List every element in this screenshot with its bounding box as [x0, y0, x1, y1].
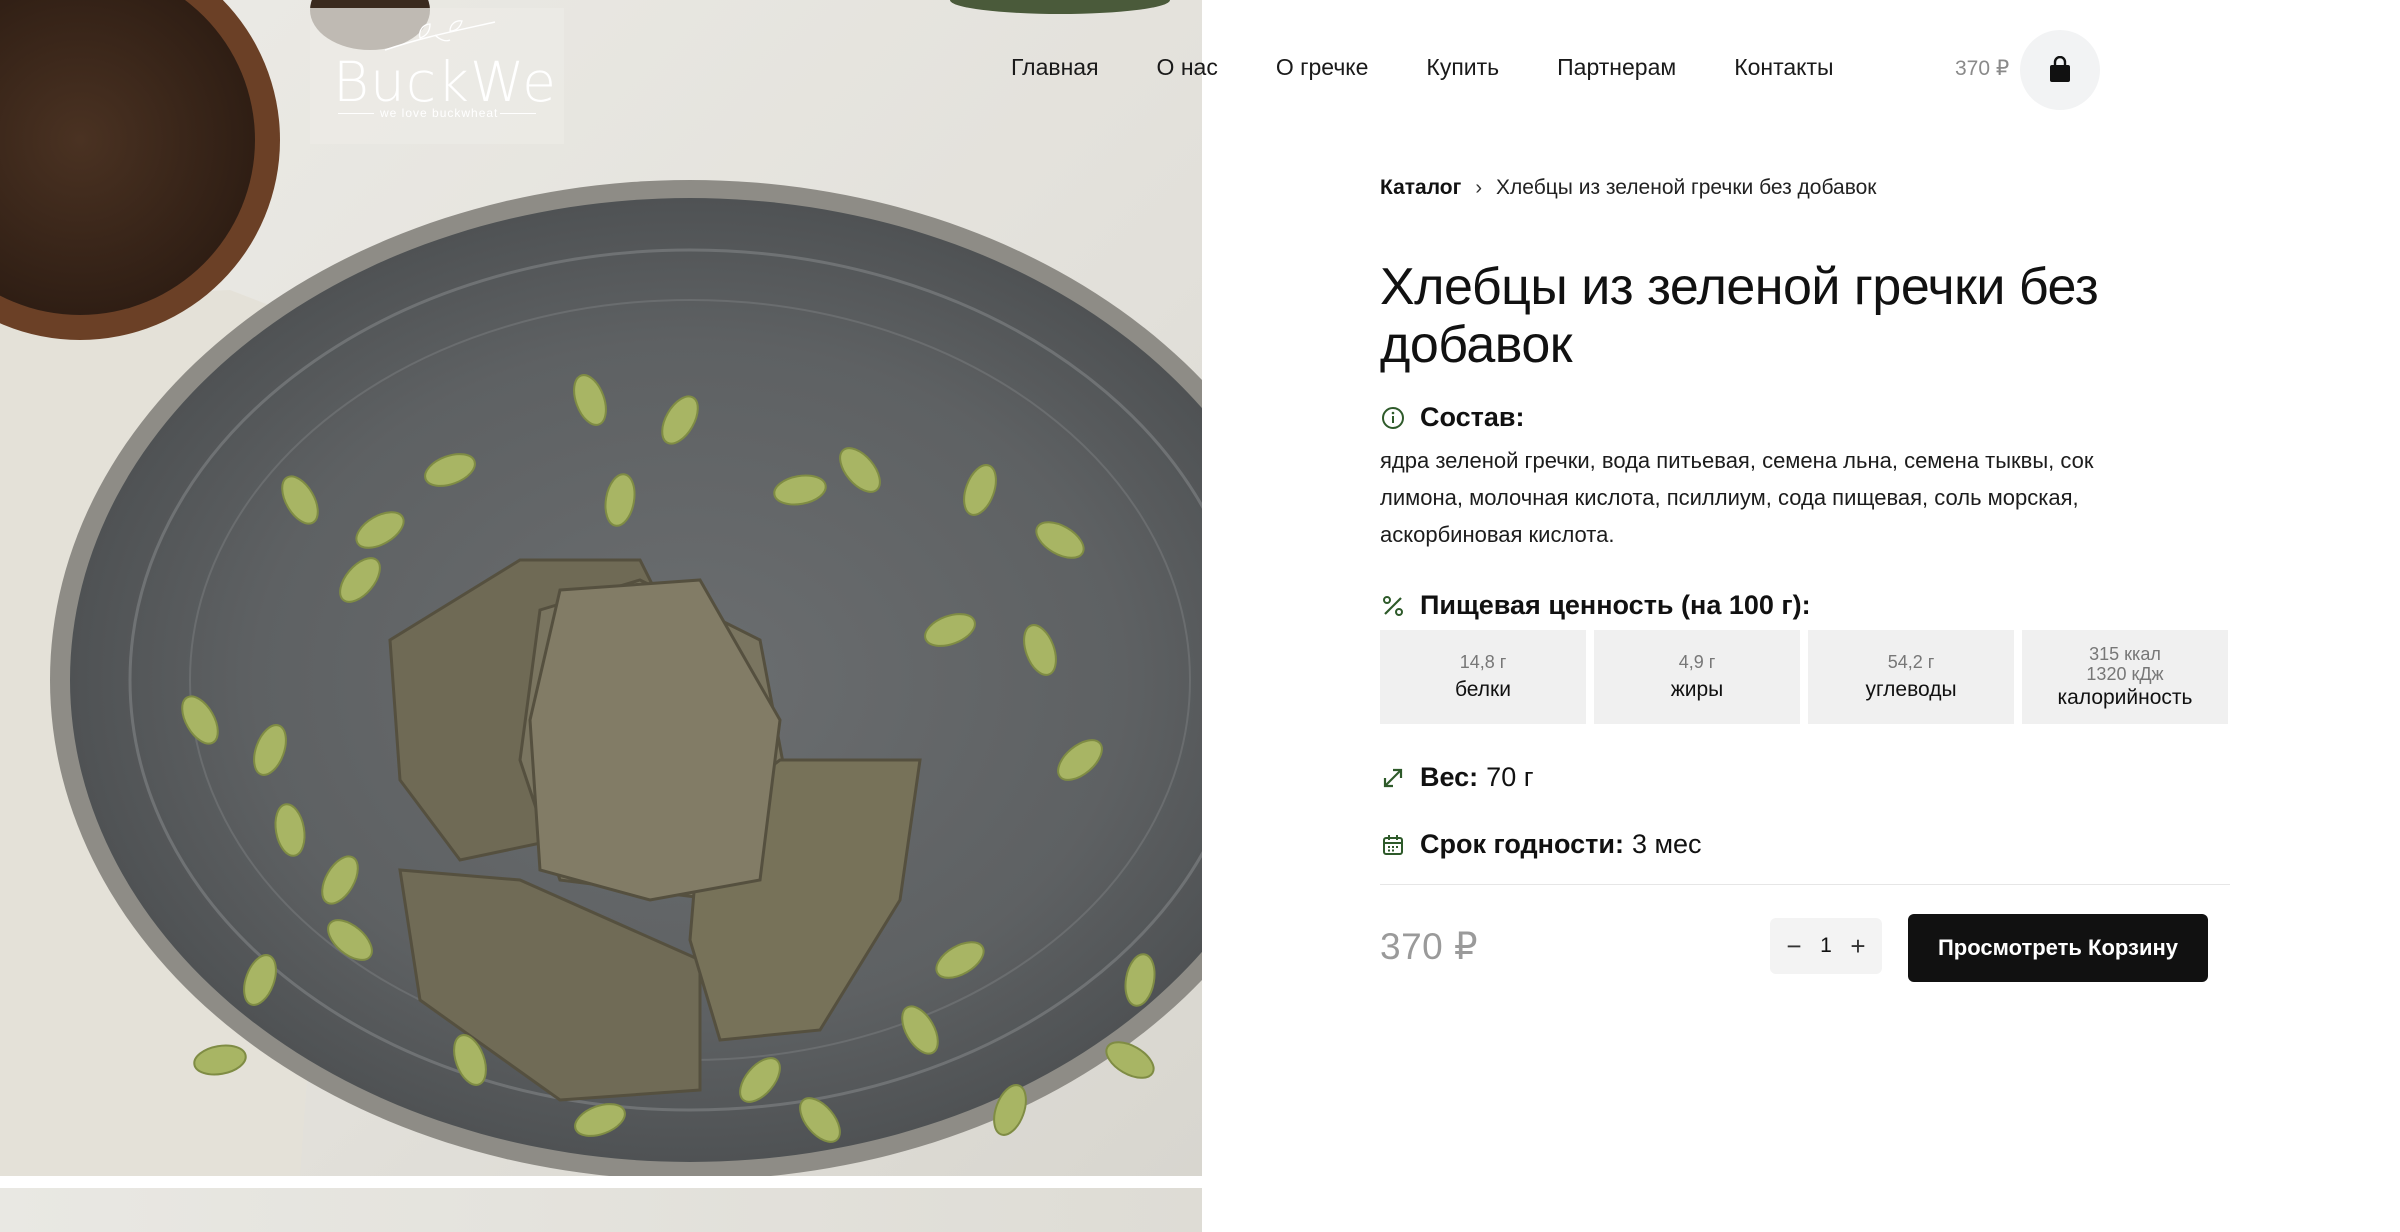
increase-quantity-button[interactable]: +: [1846, 931, 1870, 962]
breadcrumb: Каталог › Хлебцы из зеленой гречки без д…: [1380, 176, 1877, 200]
shopping-bag-icon: [2050, 56, 2070, 82]
calendar-icon: [1380, 832, 1406, 858]
divider: [1380, 884, 2230, 885]
nutrition-cell-fat: 4,9 г жиры: [1594, 630, 1800, 724]
nav-item-contacts[interactable]: Контакты: [1734, 54, 1833, 81]
leaf-sprig-icon: [384, 20, 496, 51]
cart-total: 370 ₽: [1955, 57, 2010, 80]
nav-item-partners[interactable]: Партнерам: [1557, 54, 1676, 81]
nutrition-cell-protein: 14,8 г белки: [1380, 630, 1586, 724]
main-nav: Главная О нас О гречке Купить Партнерам …: [1011, 54, 1892, 81]
weight-label: Вес:: [1420, 762, 1479, 792]
percent-icon: [1380, 593, 1406, 619]
info-icon: [1380, 405, 1406, 431]
nutrition-table: 14,8 г белки 4,9 г жиры 54,2 г углеводы …: [1380, 630, 2228, 724]
weight-value: 70 г: [1486, 762, 1534, 792]
product-photo-illustration: [0, 0, 1202, 1176]
breadcrumb-current: Хлебцы из зеленой гречки без добавок: [1496, 176, 1877, 199]
shelf-life-label: Срок годности:: [1420, 829, 1624, 859]
product-price: 370 ₽: [1380, 926, 1479, 967]
logo-divider-left: [338, 113, 374, 114]
nutrition-label-calories: калорийность: [2057, 686, 2193, 709]
resize-arrows-icon: [1380, 765, 1406, 791]
nav-item-buckwheat[interactable]: О гречке: [1276, 54, 1369, 81]
nav-item-home[interactable]: Главная: [1011, 54, 1099, 81]
composition-label: Состав:: [1420, 402, 1525, 432]
nutrition-heading: Пищевая ценность (на 100 г):: [1380, 590, 1811, 621]
shelf-life-value: 3 мес: [1631, 829, 1702, 859]
product-photo: [0, 0, 1202, 1176]
shelf-life-row: Срок годности: 3 мес: [1380, 829, 1702, 860]
composition-text: ядра зеленой гречки, вода питьевая, семе…: [1380, 448, 2094, 547]
quantity-value[interactable]: 1: [1820, 934, 1832, 958]
weight-row: Вес: 70 г: [1380, 762, 1534, 793]
nav-item-buy[interactable]: Купить: [1426, 54, 1499, 81]
nutrition-label: Пищевая ценность (на 100 г):: [1420, 590, 1811, 620]
nutrition-cell-carbs: 54,2 г углеводы: [1808, 630, 2014, 724]
nutrition-amount-kcal: 315 ккал: [2089, 644, 2161, 664]
decrease-quantity-button[interactable]: −: [1782, 931, 1806, 962]
nutrition-amount: 4,9 г: [1678, 652, 1716, 672]
nutrition-label-protein: белки: [1455, 678, 1511, 701]
cart-button[interactable]: [2020, 30, 2100, 110]
nutrition-cell-calories: 315 ккал 1320 кДж калорийность: [2022, 630, 2228, 724]
logo-divider-right: [500, 113, 536, 114]
nutrition-amount-kj: 1320 кДж: [2086, 664, 2164, 684]
chevron-right-icon: ›: [1475, 176, 1483, 199]
product-photo-secondary: [0, 1188, 1202, 1232]
breadcrumb-catalog[interactable]: Каталог: [1380, 176, 1461, 200]
view-cart-button[interactable]: Просмотреть Корзину: [1908, 914, 2208, 982]
logo-tagline: we love buckwheat: [380, 106, 499, 120]
nutrition-amount: 14,8 г: [1459, 652, 1507, 672]
logo[interactable]: BuckWe: [333, 50, 557, 114]
quantity-stepper: − 1 +: [1770, 918, 1882, 974]
nutrition-label-fat: жиры: [1670, 678, 1724, 701]
nav-item-about[interactable]: О нас: [1157, 54, 1218, 81]
page-title: Хлебцы из зеленой гречки без добавок: [1380, 258, 2099, 374]
nutrition-label-carbs: углеводы: [1865, 678, 1957, 701]
composition-heading: Состав:: [1380, 402, 1524, 433]
nutrition-amount: 54,2 г: [1887, 652, 1935, 672]
